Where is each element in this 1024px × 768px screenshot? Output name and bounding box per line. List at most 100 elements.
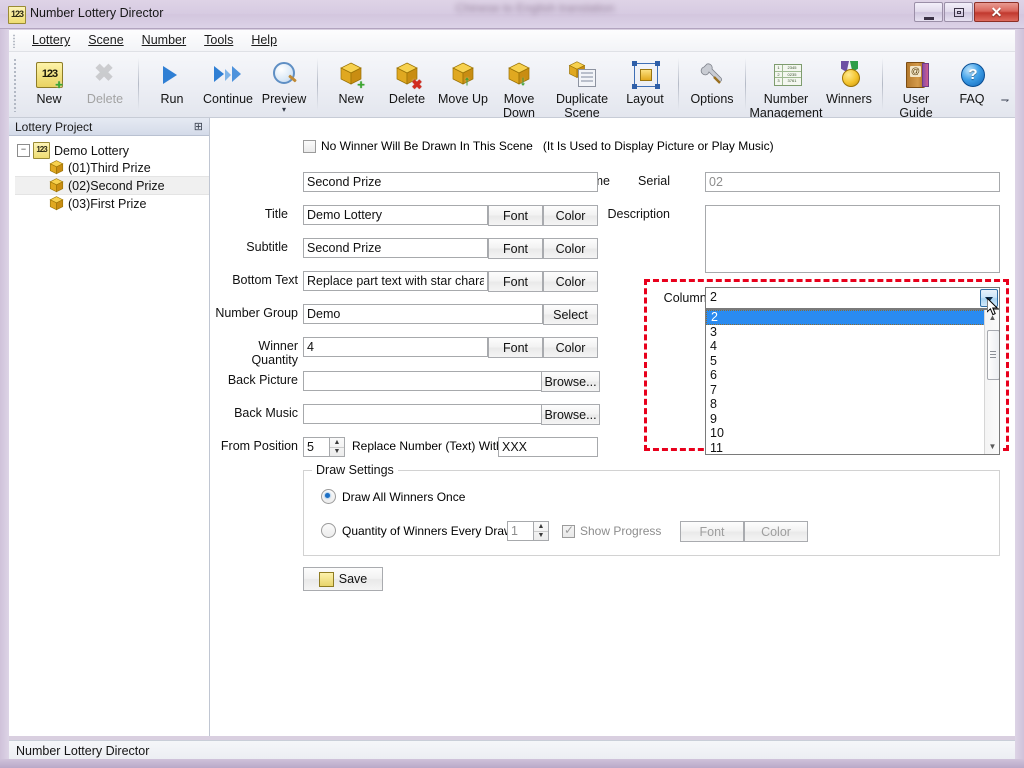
- toolbar-move-down-button[interactable]: ↓ Move Down: [491, 54, 547, 120]
- quantity-every-draw-stepper[interactable]: ▲ ▼: [534, 521, 549, 541]
- menu-scene[interactable]: Scene: [79, 30, 132, 49]
- subtitle-color-button[interactable]: Color: [543, 238, 598, 259]
- winner-quantity-color-button[interactable]: Color: [543, 337, 598, 358]
- from-position-stepper[interactable]: ▲ ▼: [330, 437, 345, 457]
- toolbar-winners-button[interactable]: Winners: [821, 54, 877, 114]
- columns-option-9[interactable]: 9: [706, 412, 999, 427]
- window-frame-bottom: [0, 759, 1024, 768]
- menu-tools[interactable]: Tools: [195, 30, 242, 49]
- columns-option-7[interactable]: 7: [706, 383, 999, 398]
- quantity-every-draw-input[interactable]: [507, 521, 534, 541]
- toolbar-number-management-button[interactable]: 12345 20235 33761 Number Management: [751, 54, 821, 120]
- toolbar-user-guide-label: User Guide: [888, 92, 944, 120]
- toolbar-preview-button[interactable]: Preview ▾: [256, 54, 312, 114]
- move-up-icon: ↑: [447, 58, 479, 90]
- dropdown-scrollbar[interactable]: ▲ ▼: [984, 310, 999, 454]
- toolbar-layout-button[interactable]: Layout: [617, 54, 673, 114]
- menu-bar: Lottery Scene Number Tools Help: [9, 30, 1015, 52]
- tree-node-third-prize[interactable]: (01)Third Prize: [15, 159, 209, 176]
- back-picture-browse-button[interactable]: Browse...: [541, 371, 600, 392]
- watermark-text: Chinese to English translation: [420, 1, 650, 17]
- faq-icon: ?: [956, 58, 988, 90]
- winner-quantity-font-button[interactable]: Font: [488, 337, 543, 358]
- title-color-button[interactable]: Color: [543, 205, 598, 226]
- menu-grip[interactable]: [12, 34, 16, 48]
- bottom-text-input[interactable]: [303, 271, 488, 291]
- toolbar-move-up-button[interactable]: ↑ Move Up: [435, 54, 491, 114]
- columns-option-8[interactable]: 8: [706, 397, 999, 412]
- minimize-button[interactable]: [914, 2, 943, 22]
- title-font-button[interactable]: Font: [488, 205, 543, 226]
- maximize-button[interactable]: [944, 2, 973, 22]
- menu-items: Lottery Scene Number Tools Help: [23, 30, 286, 49]
- toolbar-delete-scene-button[interactable]: ✖ Delete: [379, 54, 435, 114]
- subtitle-input[interactable]: [303, 238, 488, 258]
- bottom-text-font-button[interactable]: Font: [488, 271, 543, 292]
- stepper-down-icon[interactable]: ▼: [534, 532, 548, 541]
- columns-option-4[interactable]: 4: [706, 339, 999, 354]
- menu-number[interactable]: Number: [133, 30, 195, 49]
- stepper-up-icon[interactable]: ▲: [330, 438, 344, 448]
- columns-option-2[interactable]: 2: [706, 310, 999, 325]
- toolbar-run-button[interactable]: Run: [144, 54, 200, 114]
- stepper-up-icon[interactable]: ▲: [534, 522, 548, 532]
- preview-dropdown-caret-icon[interactable]: ▾: [282, 107, 286, 113]
- scene-name-input[interactable]: [303, 172, 598, 192]
- winner-quantity-input[interactable]: [303, 337, 488, 357]
- columns-combobox[interactable]: 2: [705, 287, 1000, 309]
- menu-help[interactable]: Help: [242, 30, 286, 49]
- draw-all-once-radio[interactable]: [321, 489, 336, 504]
- serial-input[interactable]: [705, 172, 1000, 192]
- stepper-down-icon[interactable]: ▼: [330, 448, 344, 457]
- no-winner-checkbox[interactable]: [303, 140, 316, 153]
- columns-option-3[interactable]: 3: [706, 325, 999, 340]
- quantity-every-draw-radio[interactable]: [321, 523, 336, 538]
- toolbar-overflow-icon[interactable]: ⇁: [999, 96, 1011, 110]
- back-picture-input[interactable]: [303, 371, 543, 391]
- toolbar-new-scene-button[interactable]: + New: [323, 54, 379, 114]
- title-input[interactable]: [303, 205, 488, 225]
- toolbar-faq-button[interactable]: ? FAQ: [944, 54, 1000, 114]
- save-button[interactable]: Save: [303, 567, 383, 591]
- toolbar-duplicate-scene-button[interactable]: Duplicate Scene: [547, 54, 617, 120]
- back-music-input[interactable]: [303, 404, 543, 424]
- menu-lottery[interactable]: Lottery: [23, 30, 79, 49]
- draw-all-once-row[interactable]: Draw All Winners Once: [321, 489, 465, 504]
- toolbar-user-guide-button[interactable]: User Guide: [888, 54, 944, 120]
- subtitle-font-button[interactable]: Font: [488, 238, 543, 259]
- columns-option-11[interactable]: 11: [706, 441, 999, 456]
- scrollbar-thumb[interactable]: [987, 330, 1000, 380]
- tree-node-second-prize[interactable]: (02)Second Prize: [15, 176, 209, 195]
- columns-label-wrap: Columns: [635, 291, 713, 305]
- menu-number-label: Number: [142, 33, 186, 47]
- toolbar-new-lottery-button[interactable]: 123+ New: [21, 54, 77, 114]
- bottom-text-color-button[interactable]: Color: [543, 271, 598, 292]
- close-icon: ✕: [975, 3, 1018, 21]
- replace-with-input[interactable]: [498, 437, 598, 457]
- draw-settings-font-button[interactable]: Font: [680, 521, 744, 542]
- back-music-browse-button[interactable]: Browse...: [541, 404, 600, 425]
- columns-dropdown-list[interactable]: 2 3 4 5 6 7 8 9 10 11 ▲ ▼: [705, 309, 1000, 455]
- toolbar-continue-button[interactable]: Continue: [200, 54, 256, 114]
- scroll-down-icon[interactable]: ▼: [985, 439, 1000, 454]
- columns-option-5[interactable]: 5: [706, 354, 999, 369]
- draw-settings-color-button[interactable]: Color: [744, 521, 808, 542]
- columns-option-10[interactable]: 10: [706, 426, 999, 441]
- pin-icon[interactable]: ⊞: [194, 120, 203, 133]
- tree-node-root[interactable]: − 123 Demo Lottery: [15, 142, 209, 159]
- description-textarea[interactable]: [705, 205, 1000, 273]
- from-position-input[interactable]: [303, 437, 330, 457]
- quantity-every-draw-row[interactable]: Quantity of Winners Every Draw: [321, 523, 513, 538]
- toolbar-options-button[interactable]: Options: [684, 54, 740, 114]
- save-disk-icon: [319, 572, 334, 587]
- tree-node-first-prize[interactable]: (03)First Prize: [15, 195, 209, 212]
- toolbar-grip[interactable]: [13, 58, 17, 112]
- tree-expander-icon[interactable]: −: [17, 144, 30, 157]
- scroll-up-icon[interactable]: ▲: [985, 310, 1000, 325]
- columns-option-6[interactable]: 6: [706, 368, 999, 383]
- number-group-select-button[interactable]: Select: [543, 304, 598, 325]
- title-bar: 123 Number Lottery Director Chinese to E…: [0, 0, 1024, 29]
- close-button[interactable]: ✕: [974, 2, 1019, 22]
- chevron-down-icon[interactable]: [980, 289, 998, 307]
- number-group-input[interactable]: [303, 304, 543, 324]
